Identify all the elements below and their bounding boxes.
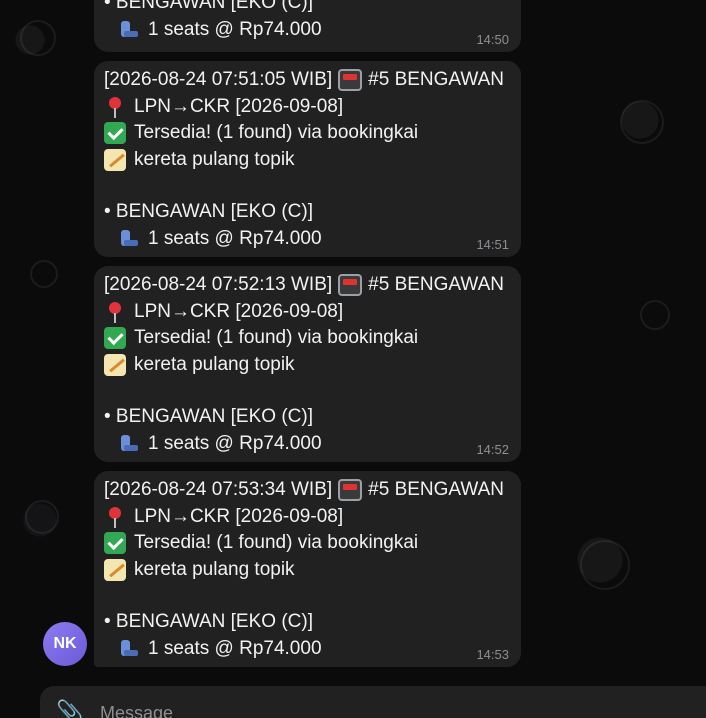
seat-line: 1 seats @ Rp74.000 — [104, 636, 511, 663]
memo-icon — [104, 558, 126, 581]
seat-icon — [118, 638, 140, 660]
route-line: LPN→CKR [2026-09-08] — [104, 504, 511, 531]
round-pushpin-icon — [107, 506, 123, 528]
note-line: kereta pulang topik — [104, 352, 511, 379]
train-icon — [338, 274, 363, 297]
message-time: 14:50 — [476, 32, 509, 47]
seat-line: 1 seats @ Rp74.000 — [104, 431, 511, 458]
paperclip-icon[interactable]: 📎 — [56, 700, 83, 718]
status-line: Tersedia! (1 found) via bookingkai — [104, 530, 511, 557]
round-pushpin-icon — [107, 301, 123, 323]
message-input[interactable]: Message — [100, 703, 173, 718]
message-bubble[interactable]: [2026-08-24 07:52:13 WIB] #5 BENGAWAN LP… — [94, 266, 521, 462]
message-time: 14:53 — [476, 647, 509, 662]
route-line: LPN→CKR [2026-09-08] — [104, 94, 511, 121]
round-pushpin-icon — [107, 96, 123, 118]
check-mark-button-icon — [104, 532, 126, 555]
message-bubble[interactable]: [2026-08-24 07:53:34 WIB] #5 BENGAWAN LP… — [94, 471, 521, 667]
memo-icon — [104, 353, 126, 376]
seat-icon — [118, 19, 140, 41]
message-bubble[interactable]: • BENGAWAN [EKO (C)] 1 seats @ Rp74.000 … — [94, 0, 521, 52]
message-header: [2026-08-24 07:51:05 WIB] #5 BENGAWAN — [104, 69, 505, 92]
memo-icon — [104, 148, 126, 171]
seat-icon — [118, 228, 140, 250]
route-line: LPN→CKR [2026-09-08] — [104, 299, 511, 326]
message-list[interactable]: • BENGAWAN [EKO (C)] 1 seats @ Rp74.000 … — [0, 0, 706, 672]
train-icon — [338, 479, 363, 502]
seat-line: 1 seats @ Rp74.000 — [104, 226, 511, 253]
note-line: kereta pulang topik — [104, 147, 511, 174]
message-time: 14:52 — [476, 442, 509, 457]
sender-avatar[interactable]: NK — [43, 622, 87, 666]
status-line: Tersedia! (1 found) via bookingkai — [104, 325, 511, 352]
train-line: • BENGAWAN [EKO (C)] — [104, 201, 313, 222]
message-composer[interactable]: 📎 Message — [40, 686, 706, 718]
message-time: 14:51 — [476, 237, 509, 252]
train-line: • BENGAWAN [EKO (C)] — [104, 0, 313, 13]
check-mark-button-icon — [104, 327, 126, 350]
check-mark-button-icon — [104, 122, 126, 145]
train-line: • BENGAWAN [EKO (C)] — [104, 611, 313, 632]
train-line: • BENGAWAN [EKO (C)] — [104, 406, 313, 427]
seat-line: 1 seats @ Rp74.000 — [104, 17, 511, 44]
message-bubble[interactable]: [2026-08-24 07:51:05 WIB] #5 BENGAWAN LP… — [94, 61, 521, 257]
message-header: [2026-08-24 07:52:13 WIB] #5 BENGAWAN — [104, 274, 505, 297]
message-header: [2026-08-24 07:53:34 WIB] #5 BENGAWAN — [104, 479, 505, 502]
train-icon — [338, 69, 363, 92]
seat-icon — [118, 433, 140, 455]
status-line: Tersedia! (1 found) via bookingkai — [104, 120, 511, 147]
note-line: kereta pulang topik — [104, 557, 511, 584]
